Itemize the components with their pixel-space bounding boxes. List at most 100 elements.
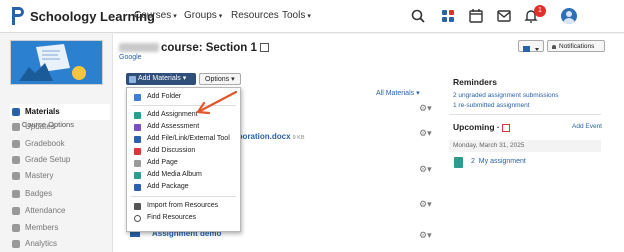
menu-item-label: Import from Resources: [147, 202, 219, 209]
add-materials-icon: [129, 76, 136, 83]
all-materials-filter[interactable]: All Materials ▾: [376, 89, 420, 97]
menu-item-add-discussion[interactable]: Add Discussion: [127, 146, 240, 156]
updates-icon: [12, 123, 20, 131]
media-album-icon: [134, 172, 141, 179]
nav-tools[interactable]: Tools ▾: [282, 10, 311, 21]
menu-item-add-media-album[interactable]: Add Media Album: [127, 170, 240, 180]
nav-groups-label: Groups: [184, 10, 217, 21]
gear-icon[interactable]: ⚙▾: [419, 164, 432, 175]
notification-count-badge: 1: [534, 5, 546, 17]
course-info-icon[interactable]: [259, 43, 269, 53]
assignment-count: 2: [471, 158, 475, 165]
menu-item-add-page[interactable]: Add Page: [127, 158, 240, 168]
grid-view-icon: [523, 46, 539, 52]
notifications-button-label: Notifications: [559, 43, 595, 50]
upcoming-date-header: Monday, March 31, 2025: [449, 140, 601, 152]
package-icon: [134, 184, 141, 191]
material-item-file[interactable]: laboration.docx 9 KB: [231, 132, 305, 141]
course-sidebar: ▾ Course Options Materials Updates Grade…: [0, 34, 112, 252]
nav-courses[interactable]: Courses ▾: [134, 10, 177, 21]
gear-icon[interactable]: ⚙▾: [419, 103, 432, 114]
course-title-text: course: Section 1: [161, 42, 257, 54]
messages-icon[interactable]: [496, 8, 512, 24]
gear-icon[interactable]: ⚙▾: [419, 230, 432, 241]
sidebar-item-badges[interactable]: Badges: [10, 186, 110, 202]
menu-item-add-assignment[interactable]: Add Assignment: [127, 110, 240, 120]
bell-icon: [552, 45, 556, 49]
sidebar-item-label: Attendance: [25, 206, 66, 215]
members-icon: [12, 224, 20, 232]
notifications-button[interactable]: Notifications: [547, 40, 605, 52]
course-profile-image[interactable]: [10, 40, 103, 85]
gear-icon[interactable]: ⚙▾: [419, 128, 432, 139]
gradebook-icon: [12, 140, 20, 148]
sidebar-item-label: Members: [25, 223, 59, 232]
sidebar-item-mastery[interactable]: Mastery: [10, 168, 110, 184]
calendar-icon[interactable]: [502, 123, 511, 132]
menu-item-add-folder[interactable]: Add Folder: [127, 92, 240, 102]
sidebar-item-analytics[interactable]: Analytics: [10, 236, 110, 252]
grade-setup-icon: [12, 156, 20, 164]
reminder-ungraded-link[interactable]: 2 ungraded assignment submissions: [453, 92, 559, 99]
menu-item-label: Add Package: [147, 183, 189, 190]
sidebar-item-label: Analytics: [25, 239, 58, 248]
add-event-link[interactable]: Add Event: [572, 123, 602, 130]
sidebar-item-updates[interactable]: Updates: [10, 119, 110, 135]
menu-item-add-file-link[interactable]: Add File/Link/External Tool: [127, 134, 240, 144]
sidebar-item-materials[interactable]: Materials: [10, 104, 110, 120]
reminders-title: Reminders: [453, 77, 497, 87]
chevron-down-icon: ▾: [173, 13, 177, 20]
gear-icon[interactable]: ⚙▾: [419, 199, 432, 210]
assessment-icon: [134, 124, 141, 131]
sidebar-item-members[interactable]: Members: [10, 220, 110, 236]
menu-item-add-assessment[interactable]: Add Assessment: [127, 122, 240, 132]
menu-item-import-resources[interactable]: Import from Resources: [127, 201, 240, 211]
search-icon[interactable]: [410, 8, 426, 24]
nav-groups[interactable]: Groups ▾: [184, 10, 222, 21]
apps-grid-icon[interactable]: [440, 8, 456, 24]
assignment-title: My assignment: [478, 158, 526, 165]
assignment-icon: [454, 157, 463, 168]
menu-item-add-package[interactable]: Add Package: [127, 182, 240, 192]
all-materials-label: All Materials: [376, 90, 415, 97]
menu-item-label: Add Media Album: [147, 171, 202, 178]
folder-icon: [134, 94, 141, 101]
discussion-icon: [134, 148, 141, 155]
sidebar-item-label: Updates: [25, 122, 55, 131]
file-link-icon: [134, 136, 141, 143]
sidebar-item-grade-setup[interactable]: Grade Setup: [10, 152, 110, 168]
schoology-logo-icon[interactable]: [9, 6, 25, 26]
avatar[interactable]: [561, 8, 577, 24]
menu-item-label: Add Discussion: [147, 147, 196, 154]
top-navigation-bar: Schoology Learning Courses ▾ Groups ▾ Reso…: [0, 0, 624, 33]
nav-courses-label: Courses: [134, 10, 172, 21]
upcoming-assignment-link[interactable]: 2 My assignment: [471, 158, 526, 165]
attendance-icon: [12, 207, 20, 215]
add-materials-button[interactable]: Add Materials ▾: [126, 73, 196, 85]
assignment-icon: [134, 112, 141, 119]
user-avatar-icon: [563, 11, 575, 24]
file-size: 9 KB: [292, 135, 305, 141]
redacted-course-name: [119, 43, 159, 53]
upcoming-label: Upcoming: [453, 122, 495, 132]
options-button[interactable]: Options ▾: [199, 73, 241, 85]
menu-item-label: Add Folder: [147, 93, 182, 100]
nav-resources[interactable]: Resources: [231, 10, 279, 21]
nav-resources-label: Resources: [231, 10, 279, 21]
menu-item-label: Add Assignment: [147, 111, 198, 118]
add-materials-dropdown: Add Folder Add Assignment Add Assessment…: [126, 87, 241, 232]
chevron-down-icon: ▾: [307, 13, 311, 20]
sidebar-item-gradebook[interactable]: Gradebook: [10, 136, 110, 152]
mastery-icon: [12, 172, 20, 180]
sidebar-item-attendance[interactable]: Attendance: [10, 203, 110, 219]
menu-item-label: Add File/Link/External Tool: [147, 135, 230, 142]
course-subtitle-link[interactable]: Google: [119, 54, 142, 61]
menu-item-find-resources[interactable]: Find Resources: [127, 213, 240, 223]
reminder-resubmitted-link[interactable]: 1 re-submitted assignment: [453, 102, 530, 109]
calendar-icon[interactable]: [468, 8, 484, 24]
chevron-down-icon: ▾: [218, 13, 223, 20]
menu-item-label: Add Page: [147, 159, 178, 166]
view-toggle-button[interactable]: [518, 40, 544, 52]
menu-item-label: Add Assessment: [147, 123, 200, 130]
import-icon: [134, 203, 141, 210]
